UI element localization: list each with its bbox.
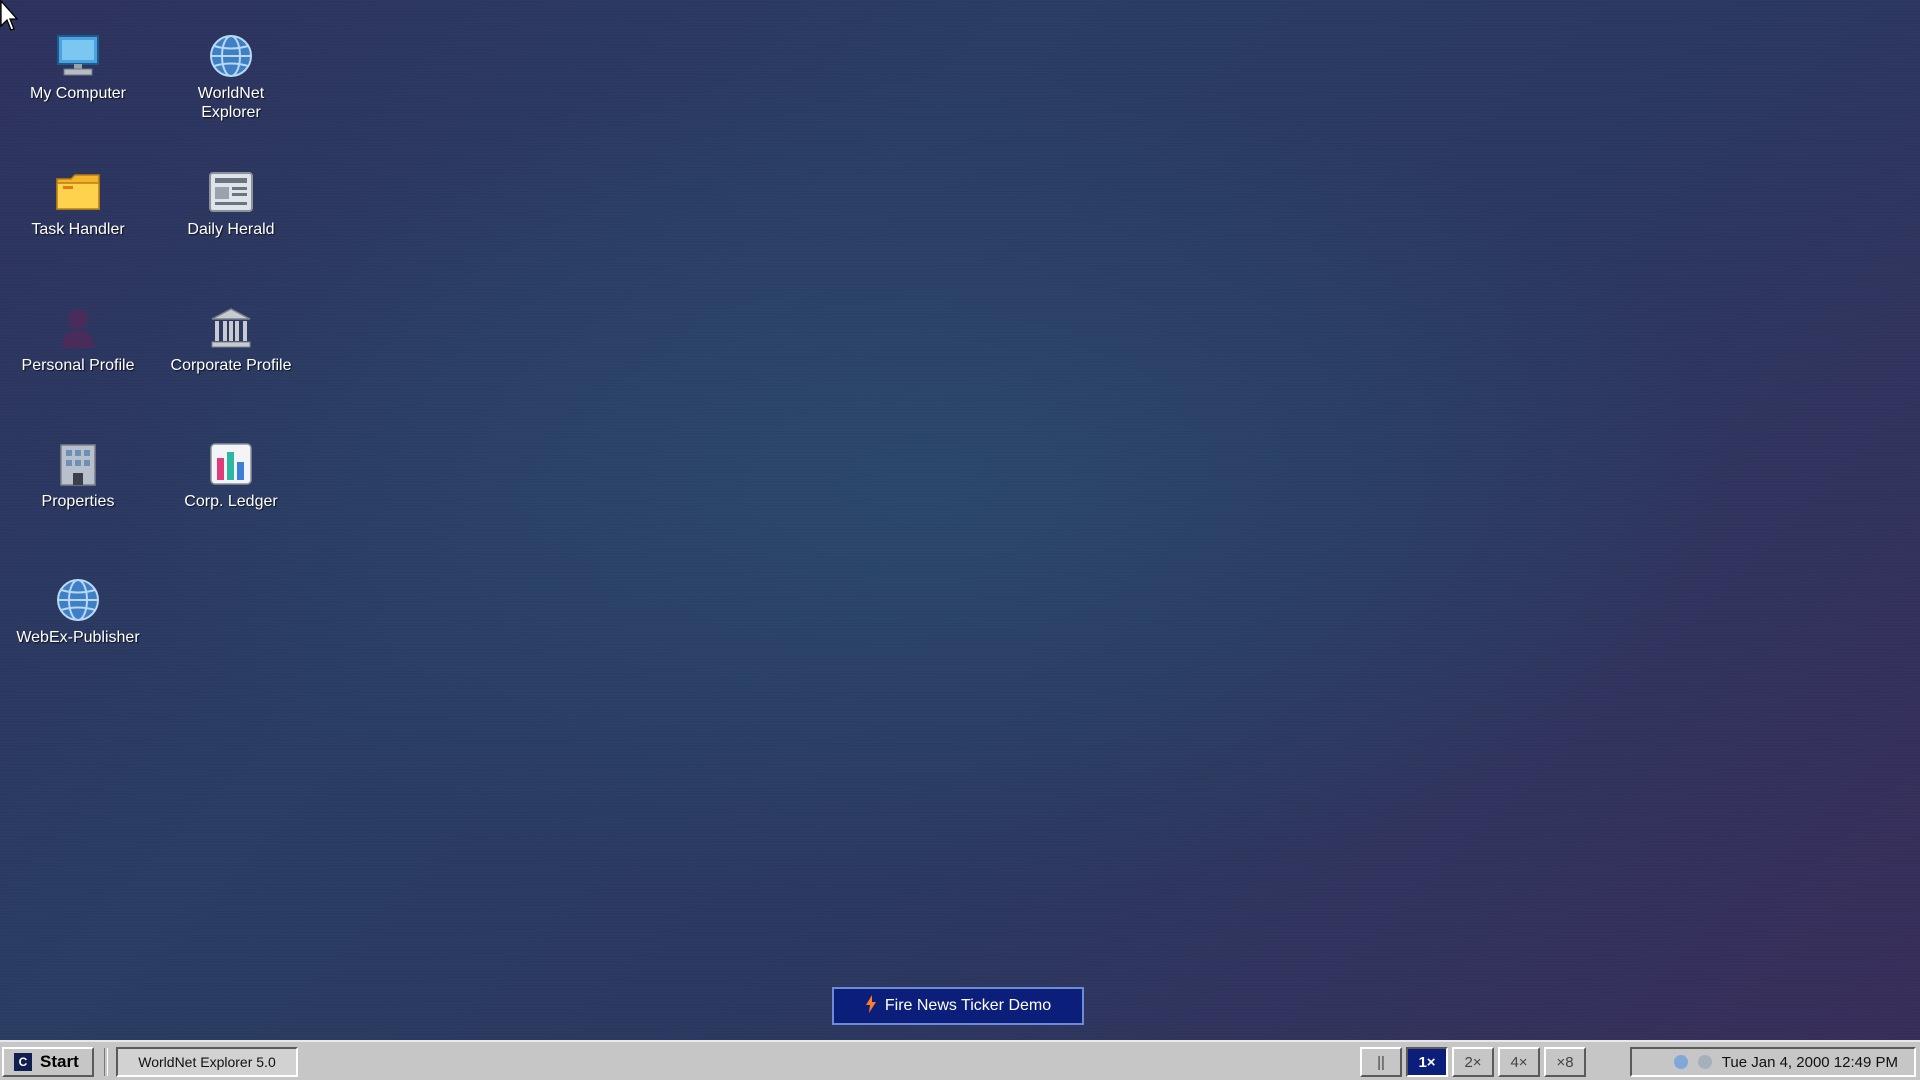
speed-1x-button[interactable]: 1× xyxy=(1406,1047,1448,1077)
taskbar: C Start WorldNet Explorer 5.0 || 1× 2× 4… xyxy=(0,1040,1920,1080)
desktop-icon-task-handler[interactable]: Task Handler xyxy=(8,168,148,239)
building-icon xyxy=(54,440,102,488)
start-button[interactable]: C Start xyxy=(2,1047,94,1077)
desktop-icon-my-computer[interactable]: My Computer xyxy=(8,32,148,103)
icon-label: My Computer xyxy=(29,85,127,102)
speed-2x-button[interactable]: 2× xyxy=(1452,1047,1494,1077)
desktop-icon-worldnet-explorer[interactable]: WorldNet Explorer xyxy=(161,32,301,122)
icon-label: Corporate Profile xyxy=(170,357,292,374)
clock: Tue Jan 4, 2000 12:49 PM xyxy=(1721,1053,1898,1071)
newspaper-icon xyxy=(207,168,255,216)
icon-label: Personal Profile xyxy=(21,357,135,374)
start-logo-icon: C xyxy=(14,1053,32,1071)
scanline-overlay xyxy=(0,0,1920,1080)
pause-button[interactable]: || xyxy=(1360,1047,1402,1077)
folder-icon xyxy=(54,168,102,216)
icon-label: WebEx-Publisher xyxy=(16,629,140,646)
speed-4x-button[interactable]: 4× xyxy=(1498,1047,1540,1077)
desktop-icon-corporate-profile[interactable]: Corporate Profile xyxy=(161,304,301,375)
volume-icon[interactable] xyxy=(1697,1055,1712,1069)
globe-icon xyxy=(54,576,102,624)
speed-8x-button[interactable]: ×8 xyxy=(1544,1047,1586,1077)
bar-chart-icon xyxy=(207,440,255,488)
desktop-icon-properties[interactable]: Properties xyxy=(8,440,148,511)
desktop-icon-webex-publisher[interactable]: WebEx-Publisher xyxy=(8,576,148,647)
ticker-button-label: Fire News Ticker Demo xyxy=(884,997,1052,1014)
taskbar-window-button[interactable]: WorldNet Explorer 5.0 xyxy=(116,1047,298,1077)
network-icon[interactable] xyxy=(1673,1055,1688,1069)
lightning-icon xyxy=(865,994,877,1018)
icon-label: Task Handler xyxy=(31,221,125,238)
desktop-icon-corp-ledger[interactable]: Corp. Ledger xyxy=(161,440,301,511)
fire-news-ticker-button[interactable]: Fire News Ticker Demo xyxy=(832,987,1084,1025)
system-tray: Tue Jan 4, 2000 12:49 PM xyxy=(1630,1047,1916,1077)
computer-icon xyxy=(54,32,102,80)
start-label: Start xyxy=(40,1052,79,1071)
desktop-icon-daily-herald[interactable]: Daily Herald xyxy=(161,168,301,239)
globe-icon xyxy=(207,32,255,80)
person-icon xyxy=(54,304,102,352)
bank-icon xyxy=(207,304,255,352)
icon-label: Corp. Ledger xyxy=(184,493,278,510)
icon-label: WorldNet Explorer xyxy=(197,85,265,121)
icon-label: Properties xyxy=(41,493,115,510)
taskbar-divider xyxy=(104,1048,108,1076)
icon-label: Daily Herald xyxy=(187,221,275,238)
mouse-cursor-icon xyxy=(0,0,18,31)
desktop-icon-personal-profile[interactable]: Personal Profile xyxy=(8,304,148,375)
